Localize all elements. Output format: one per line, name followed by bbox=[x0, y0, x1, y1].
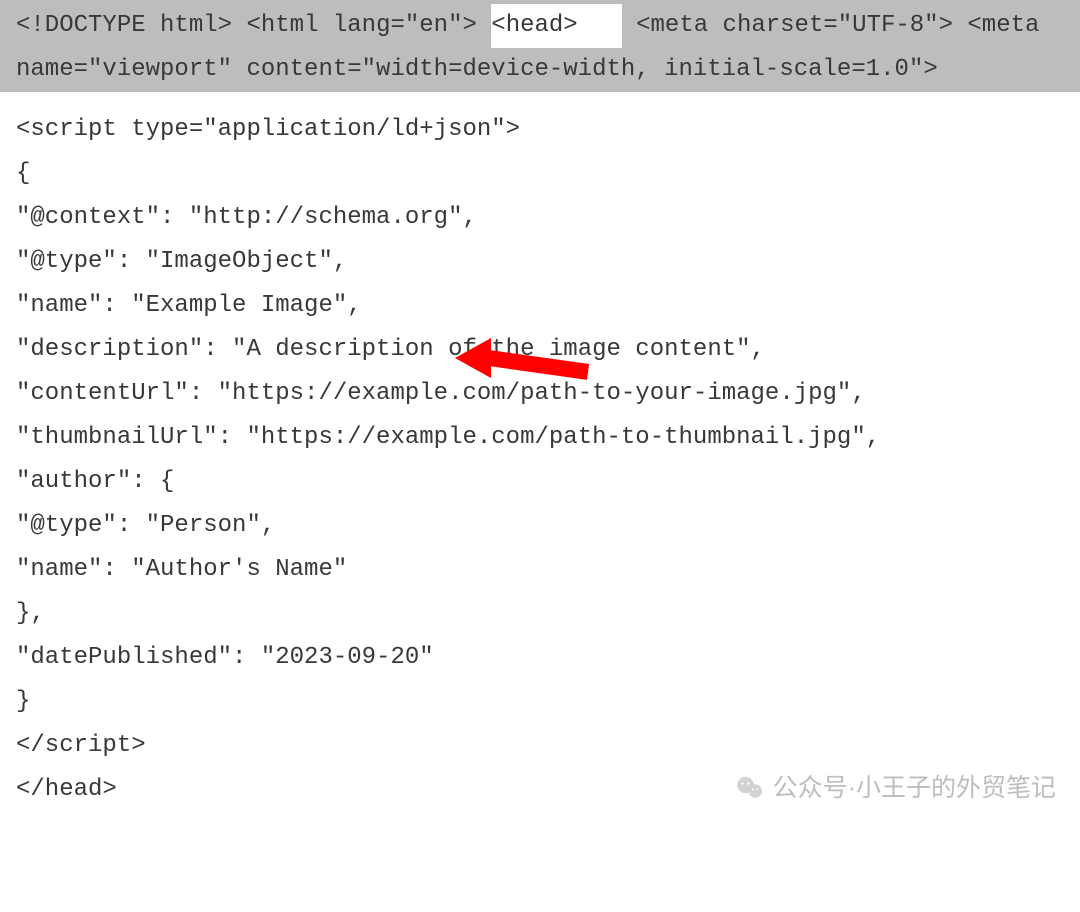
code-line-20: } bbox=[16, 688, 30, 715]
code-line-15: "author": { bbox=[16, 468, 174, 495]
code-line-12: "description": "A description of the ima… bbox=[16, 336, 765, 363]
code-line-19: "datePublished": "2023-09-20" bbox=[16, 644, 434, 671]
code-body-block: <script type="application/ld+json"> { "@… bbox=[0, 92, 1080, 826]
watermark: 公众号·小王子的外贸笔记 bbox=[735, 766, 1056, 810]
code-line-7: <script type="application/ld+json"> bbox=[16, 116, 520, 143]
code-header-block: <!DOCTYPE html> <html lang="en"> <head> … bbox=[0, 0, 1080, 92]
code-line-21a: </scr bbox=[16, 732, 88, 759]
code-line-13: "contentUrl": "https://example.com/path-… bbox=[16, 380, 866, 407]
code-line-14: "thumbnailUrl": "https://example.com/pat… bbox=[16, 424, 880, 451]
code-line-16: "@type": "Person", bbox=[16, 512, 275, 539]
code-line-1: <!DOCTYPE html> bbox=[16, 12, 232, 39]
code-line-10: "@type": "ImageObject", bbox=[16, 248, 347, 275]
code-line-4: <meta charset="UTF-8"> bbox=[636, 12, 953, 39]
code-line-11: "name": "Example Image", bbox=[16, 292, 362, 319]
watermark-text: 公众号·小王子的外贸笔记 bbox=[773, 766, 1056, 810]
code-line-22: </head> bbox=[16, 776, 117, 803]
code-line-18: }, bbox=[16, 600, 45, 627]
code-line-2: <html lang="en"> bbox=[246, 12, 476, 39]
wechat-icon bbox=[735, 773, 765, 803]
code-line-21b: ipt> bbox=[88, 732, 146, 759]
code-line-8: { bbox=[16, 160, 30, 187]
red-arrow-icon bbox=[455, 330, 605, 390]
code-line-9: "@context": "http://schema.org", bbox=[16, 204, 477, 231]
code-line-3: <head> bbox=[491, 4, 621, 48]
code-line-17: "name": "Author's Name" bbox=[16, 556, 347, 583]
